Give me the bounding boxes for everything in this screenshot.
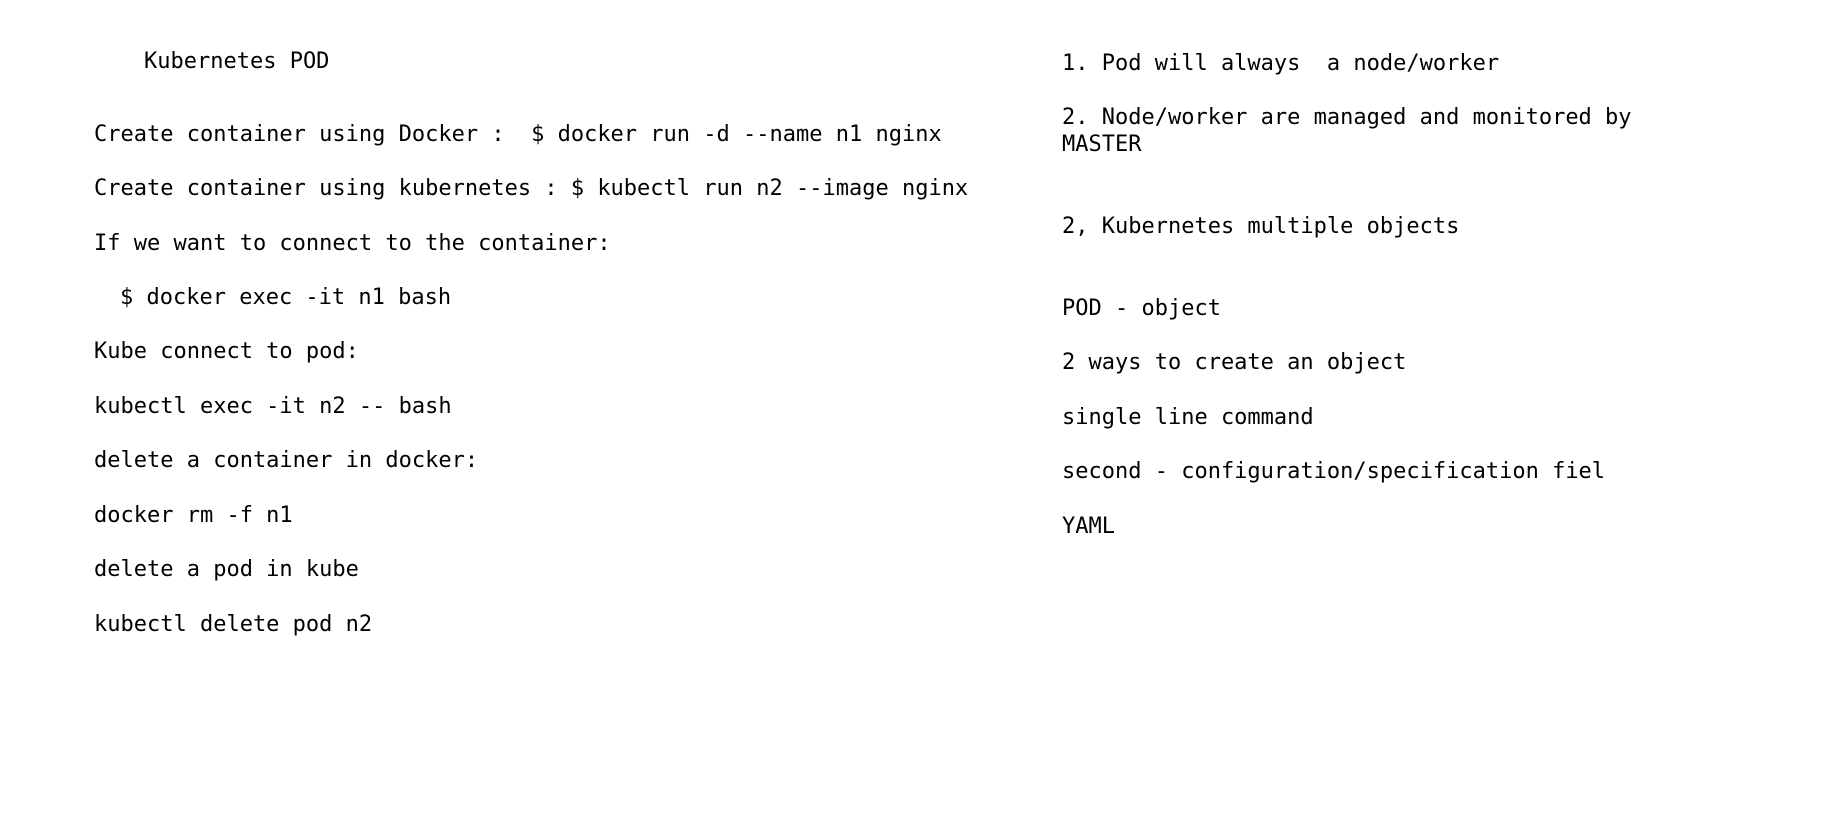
note-line: 2. Node/worker are managed and monitored… bbox=[1062, 105, 1632, 130]
note-line: 1. Pod will always a node/worker bbox=[1062, 51, 1500, 76]
note-line: MASTER bbox=[1062, 132, 1142, 157]
note-line: delete a pod in kube bbox=[94, 557, 359, 582]
page-title: Kubernetes POD bbox=[144, 49, 330, 74]
note-line: Create container using Docker : $ docker… bbox=[94, 122, 942, 147]
note-line: kubectl delete pod n2 bbox=[94, 612, 373, 637]
note-line: YAML bbox=[1062, 514, 1115, 539]
note-line: Kube connect to pod: bbox=[94, 339, 359, 364]
note-line: kubectl exec -it n2 -- bash bbox=[94, 394, 452, 419]
note-line: If we want to connect to the container: bbox=[94, 231, 611, 256]
note-line: second - configuration/specification fie… bbox=[1062, 459, 1606, 484]
note-line: 2 ways to create an object bbox=[1062, 350, 1407, 375]
note-line: single line command bbox=[1062, 405, 1314, 430]
note-line: POD - object bbox=[1062, 296, 1221, 321]
note-line: 2, Kubernetes multiple objects bbox=[1062, 214, 1460, 239]
note-line: $ docker exec -it n1 bash bbox=[120, 285, 452, 310]
note-line: docker rm -f n1 bbox=[94, 503, 293, 528]
note-line: Create container using kubernetes : $ ku… bbox=[94, 176, 969, 201]
note-line: delete a container in docker: bbox=[94, 448, 479, 473]
